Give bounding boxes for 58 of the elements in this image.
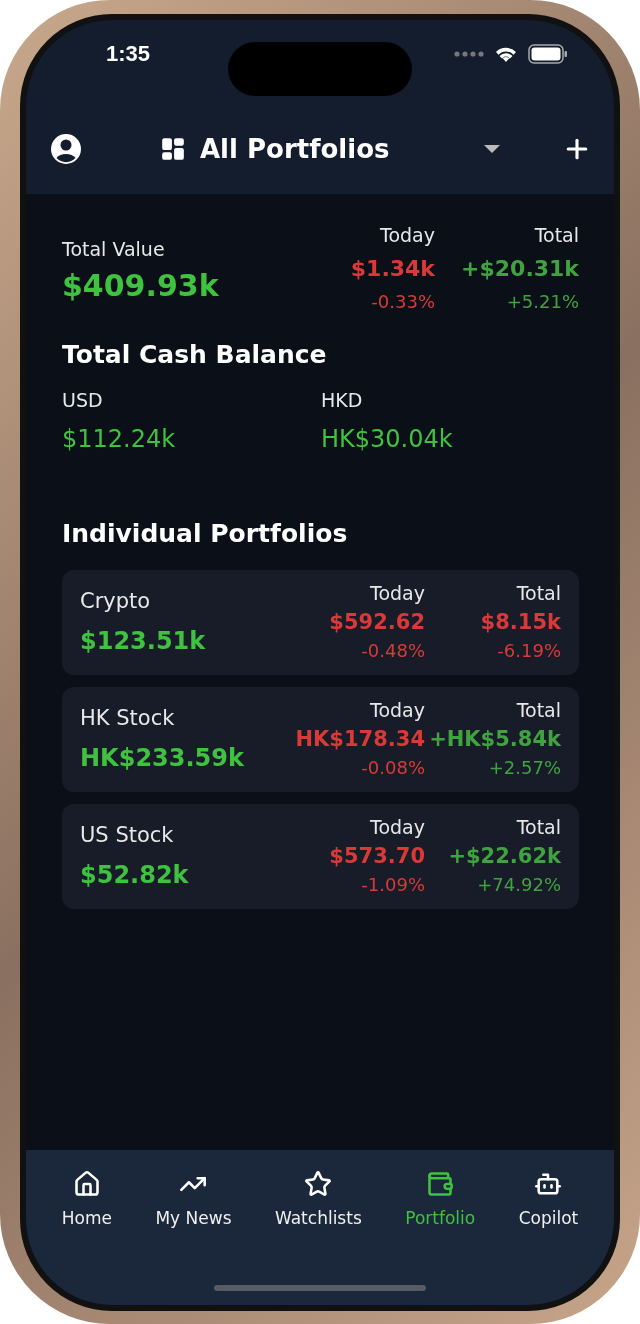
portfolio-name: US Stock	[80, 822, 175, 847]
portfolio-value: $123.51k	[80, 626, 206, 655]
column-heading: Total	[516, 816, 561, 838]
change-amount: $8.15k	[480, 610, 561, 634]
robot-icon	[534, 1170, 563, 1198]
change-percent: +5.21%	[506, 291, 579, 312]
section-title: Individual Portfolios	[62, 519, 349, 548]
wifi-icon	[494, 45, 518, 63]
cash-amount: HK$30.04k	[321, 425, 454, 453]
tab-item[interactable]: My News	[151, 1170, 236, 1234]
profile-icon[interactable]	[50, 133, 82, 165]
column-heading: Today	[370, 699, 425, 721]
column-heading: Total	[516, 699, 561, 721]
home-icon	[72, 1170, 101, 1198]
total-value-label: Total Value	[62, 238, 166, 260]
portfolio-card[interactable]: HK Stock HK$233.59k Today HK$178.34 -0.08% Total +HK$5.84k +2.57%	[62, 687, 579, 792]
star-icon	[304, 1170, 333, 1198]
change-percent: -0.48%	[361, 640, 425, 661]
portfolio-value: HK$233.59k	[80, 743, 244, 772]
caret-icon[interactable]	[484, 145, 500, 153]
column-heading: Today	[380, 224, 435, 246]
section-title: Total Cash Balance	[62, 340, 328, 369]
change-percent: -1.09%	[361, 874, 425, 895]
change-amount: +HK$5.84k	[429, 727, 561, 751]
change-percent: -0.33%	[371, 291, 435, 312]
column-heading: Total	[516, 582, 561, 604]
portfolio-selector[interactable]: All Portfolios	[200, 134, 484, 164]
dashboard-icon	[160, 136, 186, 162]
status-time: 1:35	[106, 41, 151, 67]
portfolio-value: $52.82k	[80, 860, 189, 889]
column-heading: Today	[370, 582, 425, 604]
change-percent: -6.19%	[497, 640, 561, 661]
change-amount: HK$178.34	[295, 727, 425, 751]
signal-icon	[454, 51, 484, 57]
change-percent: +74.92%	[477, 874, 561, 895]
column-heading: Total	[534, 224, 579, 246]
column-heading: Today	[370, 816, 425, 838]
tab-item[interactable]: Watchlists	[271, 1170, 366, 1234]
portfolio-card[interactable]: Crypto $123.51k Today $592.62 -0.48% Total $8.15k -6.19%	[62, 570, 579, 675]
portfolio-card[interactable]: US Stock $52.82k Today $573.70 -1.09% Total +$22.62k +74.92%	[62, 804, 579, 909]
total-value: $409.93k	[62, 268, 219, 303]
change-percent: -0.08%	[361, 757, 425, 778]
battery-icon	[528, 44, 568, 64]
portfolio-name: Crypto	[80, 588, 152, 613]
currency-label: USD	[62, 389, 104, 411]
change-amount: $1.34k	[350, 256, 435, 281]
tab-item[interactable]: Copilot	[514, 1170, 583, 1234]
portfolio-name: HK Stock	[80, 705, 176, 730]
change-amount: $573.70	[329, 844, 425, 868]
wallet-icon	[426, 1170, 455, 1198]
cash-amount: $112.24k	[62, 425, 177, 453]
change-amount: +$20.31k	[461, 256, 579, 281]
tab-item[interactable]: Portfolio	[401, 1170, 480, 1234]
change-amount: +$22.62k	[448, 844, 561, 868]
tab-item[interactable]: Home	[57, 1170, 116, 1234]
currency-label: HKD	[321, 389, 364, 411]
change-amount: $592.62	[329, 610, 425, 634]
change-percent: +2.57%	[488, 757, 561, 778]
